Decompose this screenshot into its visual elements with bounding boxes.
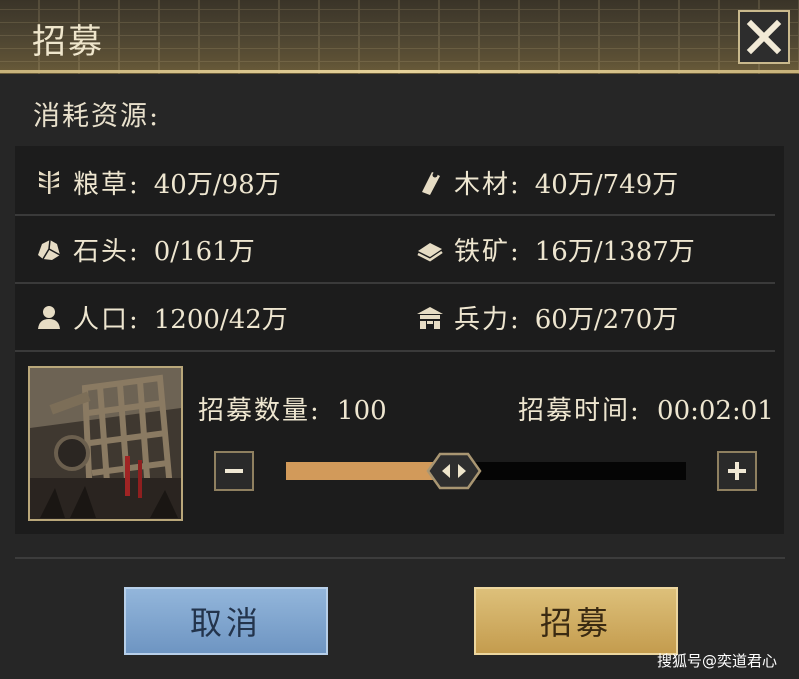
increase-button[interactable] xyxy=(717,451,757,491)
resource-label: 木材: xyxy=(454,169,521,200)
slider-handle[interactable] xyxy=(426,452,482,490)
resource-value: 40万/749万 xyxy=(534,169,679,200)
watermark: 搜狐号@奕道君心 xyxy=(657,652,778,670)
decrease-button[interactable] xyxy=(214,451,254,491)
resource-value: 16万/1387万 xyxy=(534,236,695,267)
resource-value: 60万/270万 xyxy=(534,304,679,335)
section-label: 消耗资源: xyxy=(33,101,161,132)
resource-label: 兵力: xyxy=(454,304,521,335)
resource-label: 人口: xyxy=(73,304,140,335)
resource-troops: 兵力: 60万/270万 xyxy=(416,297,678,337)
time-value: 00:02:01 xyxy=(657,396,774,426)
wheat-icon xyxy=(35,168,63,196)
resource-value: 40万/98万 xyxy=(153,169,281,200)
cancel-button[interactable]: 取消 xyxy=(124,587,328,655)
resource-value: 0/161万 xyxy=(153,236,255,267)
resource-stone: 石头: 0/161万 xyxy=(35,229,255,269)
row-divider xyxy=(15,350,775,352)
wood-icon xyxy=(416,168,444,196)
resource-wood: 木材: 40万/749万 xyxy=(416,162,678,202)
resource-value: 1200/42万 xyxy=(153,304,288,335)
footer-divider xyxy=(15,557,785,559)
siege-engine-illustration xyxy=(30,368,181,519)
row-divider xyxy=(15,282,775,284)
resource-label: 铁矿: xyxy=(454,236,521,267)
troops-icon xyxy=(416,303,444,331)
resource-label: 石头: xyxy=(73,236,140,267)
population-icon xyxy=(35,303,63,331)
quantity-value: 100 xyxy=(337,396,387,426)
title-bar-pattern xyxy=(0,0,799,74)
quantity-label: 招募数量: xyxy=(198,396,321,426)
recruit-dialog: 招募 消耗资源: 粮草: 40万/98万 木材: 40万/749万 石头: 0/… xyxy=(0,0,799,679)
minus-icon xyxy=(225,469,243,473)
dialog-title: 招募 xyxy=(32,22,104,62)
resource-population: 人口: 1200/42万 xyxy=(35,297,288,337)
row-divider xyxy=(15,214,775,216)
drag-arrows-icon xyxy=(426,452,482,490)
time-label: 招募时间: xyxy=(518,396,641,426)
title-bar: 招募 xyxy=(0,0,799,74)
plus-icon xyxy=(728,462,746,480)
unit-portrait xyxy=(28,366,183,521)
resource-food: 粮草: 40万/98万 xyxy=(35,162,281,202)
close-button[interactable] xyxy=(738,10,790,64)
close-icon xyxy=(746,19,782,55)
recruit-quantity: 招募数量: 100 xyxy=(198,390,387,427)
stone-icon xyxy=(35,235,63,263)
recruit-time: 招募时间: 00:02:01 xyxy=(518,390,774,427)
title-bar-divider xyxy=(0,70,799,73)
iron-ore-icon xyxy=(416,235,444,263)
resource-label: 粮草: xyxy=(73,169,140,200)
quantity-slider[interactable] xyxy=(286,452,686,490)
resource-iron: 铁矿: 16万/1387万 xyxy=(416,229,695,269)
recruit-button[interactable]: 招募 xyxy=(474,587,678,655)
